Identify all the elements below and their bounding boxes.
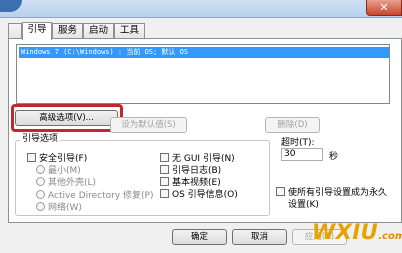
- os-boot-info-checkbox[interactable]: OS 引导信息(O): [160, 188, 238, 200]
- checkbox-box[interactable]: [160, 189, 169, 198]
- tab-boot[interactable]: 引导: [22, 22, 52, 40]
- timeout-label: 超时(T):: [281, 138, 315, 148]
- minimal-radio[interactable]: 最小(M): [36, 164, 81, 176]
- tab-tools[interactable]: 工具: [114, 23, 145, 39]
- tab-general[interactable]: [8, 23, 22, 39]
- radio-circle[interactable]: [36, 177, 45, 186]
- safe-boot-checkbox[interactable]: 安全引导(F): [27, 152, 87, 164]
- checkbox-box[interactable]: [160, 153, 169, 162]
- make-permanent-checkbox[interactable]: 使所有引导设置成为永久: [276, 186, 387, 198]
- make-permanent-label-line2: 设置(K): [288, 200, 319, 210]
- network-radio[interactable]: 网络(W): [36, 201, 82, 213]
- set-default-button[interactable]: 设为默认值(S): [110, 117, 187, 133]
- checkbox-box[interactable]: [160, 177, 169, 186]
- boot-log-checkbox[interactable]: 引导日志(B): [160, 164, 221, 176]
- os-boot-info-label: OS 引导信息(O): [172, 190, 238, 200]
- delete-button[interactable]: 删除(D): [265, 117, 320, 133]
- tab-services[interactable]: 服务: [52, 23, 83, 39]
- watermark-sub: .com: [378, 231, 402, 242]
- app-icon: [0, 0, 22, 12]
- ad-repair-radio[interactable]: Active Directory 修复(P): [36, 189, 154, 201]
- checkbox-box[interactable]: [27, 153, 36, 162]
- timeout-input[interactable]: 30: [281, 148, 323, 161]
- radio-circle[interactable]: [36, 202, 45, 211]
- timeout-unit: 秒: [329, 152, 339, 162]
- ok-button[interactable]: 确定: [172, 229, 227, 245]
- title-bar: ✕: [0, 0, 402, 18]
- tab-startup[interactable]: 启动: [83, 23, 114, 39]
- cancel-button[interactable]: 取消: [232, 229, 287, 245]
- boot-options-legend: 引导选项: [20, 134, 61, 144]
- checkbox-box[interactable]: [160, 165, 169, 174]
- close-button[interactable]: ✕: [366, 0, 402, 16]
- close-icon: ✕: [379, 1, 389, 14]
- network-label: 网络(W): [48, 203, 82, 213]
- radio-circle[interactable]: [36, 165, 45, 174]
- radio-circle[interactable]: [36, 190, 45, 199]
- os-list[interactable]: Windows 7 (C:\Windows) : 当前 OS; 默认 OS: [16, 44, 390, 104]
- watermark-logo: WXIU.com: [312, 220, 402, 244]
- checkbox-box[interactable]: [276, 187, 285, 196]
- alternate-shell-label: 其他外壳(L): [48, 178, 97, 188]
- base-video-checkbox[interactable]: 基本视频(E): [160, 176, 221, 188]
- watermark-main: WXIU: [312, 220, 379, 244]
- alternate-shell-radio[interactable]: 其他外壳(L): [36, 176, 97, 188]
- highlight-annotation: [11, 104, 123, 132]
- no-gui-boot-checkbox[interactable]: 无 GUI 引导(N): [160, 152, 235, 164]
- os-list-item[interactable]: Windows 7 (C:\Windows) : 当前 OS; 默认 OS: [19, 47, 389, 58]
